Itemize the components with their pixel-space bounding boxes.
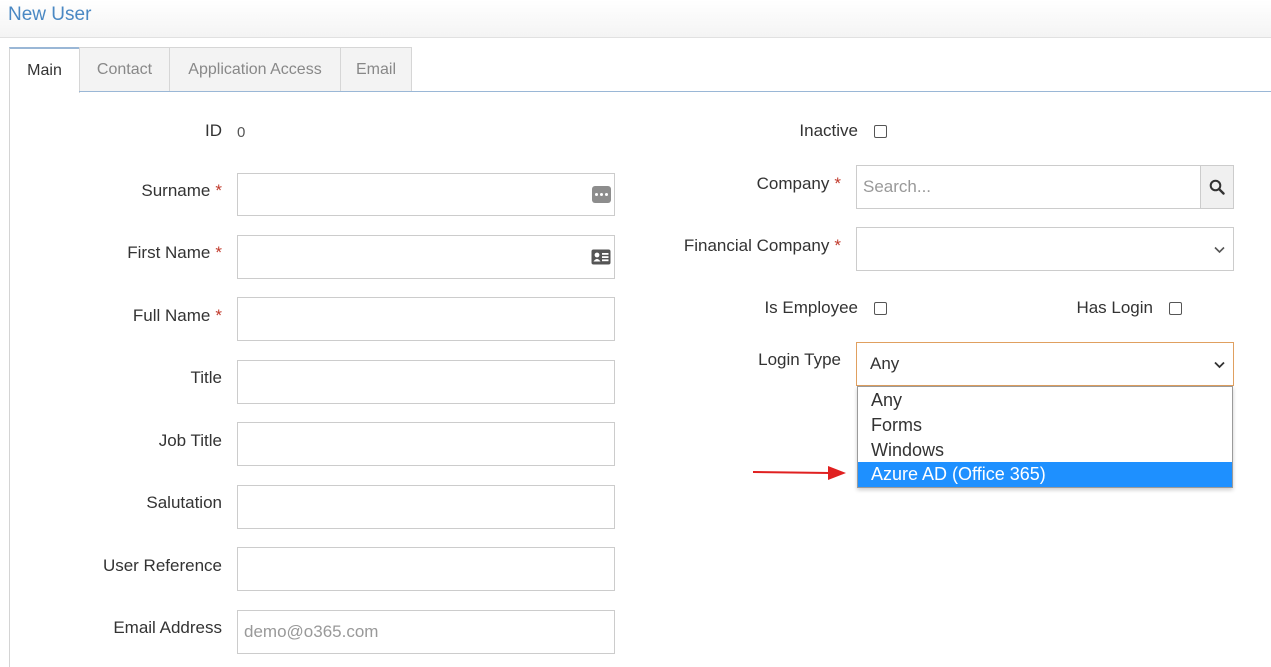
login-type-label: Login Type <box>758 350 841 369</box>
ellipsis-icon[interactable] <box>592 186 611 203</box>
required-marker: * <box>215 306 222 325</box>
panel-border <box>9 91 10 667</box>
job-title-label: Job Title <box>158 431 222 450</box>
login-type-option-windows[interactable]: Windows <box>858 438 1232 463</box>
page-title: New User <box>8 4 92 25</box>
surname-input[interactable] <box>237 173 615 216</box>
login-type-select[interactable]: Any <box>856 342 1234 386</box>
tab-contact[interactable]: Contact <box>79 47 170 92</box>
is-employee-label: Is Employee <box>764 298 858 317</box>
full-name-input[interactable] <box>237 297 615 341</box>
id-card-icon[interactable] <box>591 249 611 265</box>
tab-main[interactable]: Main <box>9 47 80 93</box>
surname-label: Surname * <box>141 181 222 200</box>
company-input[interactable]: Search... <box>856 165 1234 209</box>
first-name-label: First Name * <box>127 243 222 262</box>
salutation-input[interactable] <box>237 485 615 529</box>
has-login-label: Has Login <box>1076 298 1153 317</box>
required-marker: * <box>834 174 841 193</box>
financial-company-select[interactable] <box>856 227 1234 271</box>
first-name-input[interactable] <box>237 235 615 279</box>
tab-email[interactable]: Email <box>340 47 412 92</box>
inactive-checkbox[interactable] <box>874 125 887 138</box>
full-name-label: Full Name * <box>132 306 222 325</box>
job-title-input[interactable] <box>237 422 615 466</box>
email-address-input[interactable]: demo@o365.com <box>237 610 615 654</box>
financial-company-label: Financial Company * <box>683 236 841 255</box>
search-icon <box>1209 179 1225 195</box>
email-address-label: Email Address <box>113 618 222 637</box>
title-label: Title <box>190 368 223 387</box>
inactive-label: Inactive <box>799 121 858 140</box>
chevron-down-icon <box>1214 246 1225 254</box>
login-type-option-azure-ad[interactable]: Azure AD (Office 365) <box>858 462 1232 487</box>
login-type-value: Any <box>870 354 900 373</box>
user-reference-input[interactable] <box>237 547 615 591</box>
required-marker: * <box>834 236 841 255</box>
red-arrow-icon <box>752 466 846 480</box>
login-type-option-forms[interactable]: Forms <box>858 413 1232 438</box>
company-label: Company * <box>756 174 841 193</box>
required-marker: * <box>215 181 222 200</box>
title-input[interactable] <box>237 360 615 404</box>
id-value: 0 <box>237 124 246 141</box>
company-placeholder: Search... <box>863 177 932 196</box>
title-bar <box>0 0 1271 38</box>
login-type-dropdown: Any Forms Windows Azure AD (Office 365) <box>857 386 1233 488</box>
tab-application-access[interactable]: Application Access <box>169 47 341 92</box>
login-type-option-any[interactable]: Any <box>858 388 1232 413</box>
company-search-button[interactable] <box>1200 166 1233 208</box>
user-reference-label: User Reference <box>102 556 222 575</box>
chevron-down-icon <box>1214 361 1225 369</box>
tabs-underline <box>79 91 1271 92</box>
id-label: ID <box>205 121 222 140</box>
is-employee-checkbox[interactable] <box>874 302 887 315</box>
has-login-checkbox[interactable] <box>1169 302 1182 315</box>
email-address-value: demo@o365.com <box>244 622 379 641</box>
required-marker: * <box>215 243 222 262</box>
salutation-label: Salutation <box>146 493 222 512</box>
